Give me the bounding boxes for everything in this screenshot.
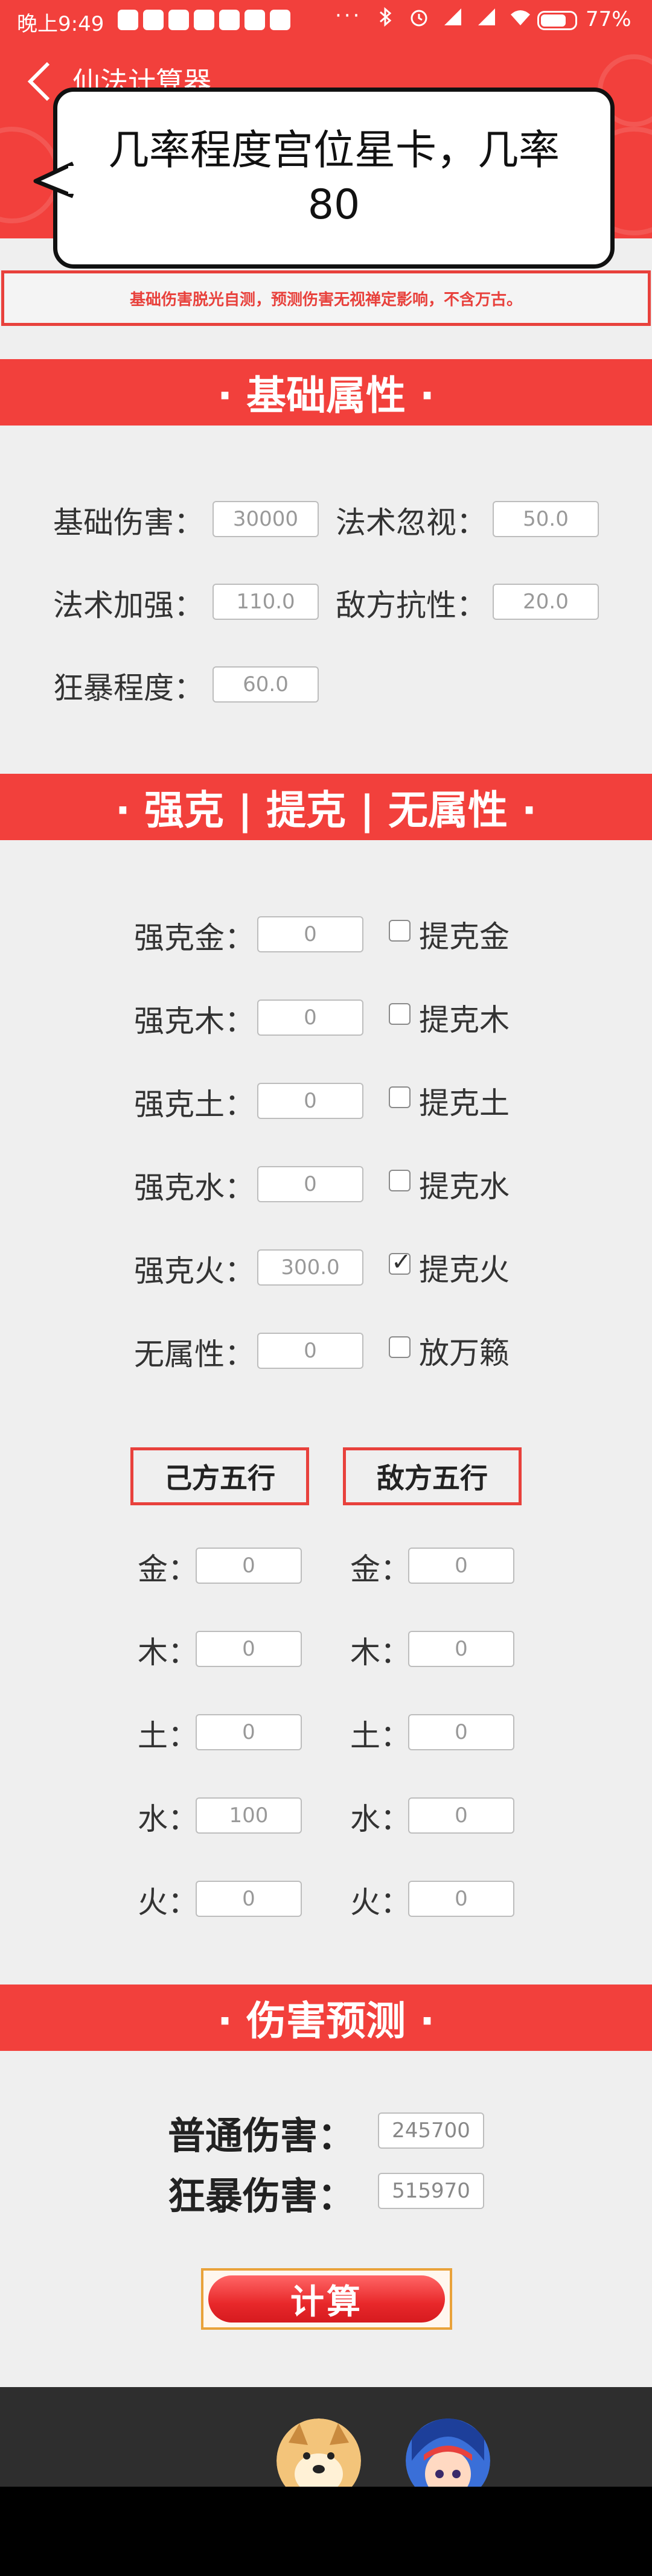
enemy-element-label: 水： <box>350 1802 411 1837</box>
self-element-label: 土： <box>138 1718 198 1753</box>
navigation-bar <box>0 2487 652 2576</box>
section-basic-title: · 基础属性 · <box>217 372 435 419</box>
notification-app-icon <box>143 10 164 30</box>
footer-bar <box>0 2387 652 2503</box>
base-damage-input[interactable]: 30000 <box>213 501 319 537</box>
checkbox-icon[interactable] <box>389 1086 411 1108</box>
spell-boost-input[interactable]: 110.0 <box>213 584 319 620</box>
checkbox-icon[interactable] <box>389 920 411 942</box>
checkbox-icon[interactable] <box>389 1003 411 1025</box>
enemy-element-label: 木： <box>350 1635 411 1670</box>
battery-icon <box>537 11 577 30</box>
enemy-element-label: 火： <box>350 1885 411 1920</box>
notice-text: 基础伤害脱光自测，预测伤害无视禅定影响，不含万古。 <box>129 290 522 309</box>
calculate-button-label: 计算 <box>290 2282 363 2322</box>
crit-level-label: 狂暴程度： <box>53 671 204 706</box>
checkbox-checked-icon[interactable] <box>389 1248 412 1276</box>
section-restrain-banner: · 强克 | 提克 | 无属性 · <box>0 774 652 840</box>
checkbox-label[interactable]: 提克金 <box>419 913 510 956</box>
bluetooth-icon <box>380 7 392 27</box>
enemy-element-label: 土： <box>350 1718 411 1753</box>
crit-level-input[interactable]: 60.0 <box>213 666 319 703</box>
restrain-input[interactable]: 0 <box>257 1166 363 1202</box>
back-arrow-icon[interactable] <box>24 60 54 103</box>
restrain-label: 强克水： <box>134 1170 255 1205</box>
checkbox-icon[interactable] <box>389 1170 411 1191</box>
system-icons <box>374 6 531 28</box>
section-predict-banner: · 伤害预测 · <box>0 1985 652 2051</box>
self-elements-title: 己方五行 <box>130 1447 309 1505</box>
alarm-icon <box>411 10 427 27</box>
enemy-elements-title: 敌方五行 <box>343 1447 522 1505</box>
tooltip-tail <box>33 161 75 199</box>
notification-app-icon <box>245 10 265 30</box>
self-element-label: 金： <box>138 1552 198 1587</box>
enemy-element-input[interactable]: 0 <box>408 1631 514 1667</box>
enemy-element-input[interactable]: 0 <box>408 1548 514 1584</box>
self-element-label: 水： <box>138 1802 198 1837</box>
section-predict-title: · 伤害预测 · <box>217 1998 435 2044</box>
self-element-input[interactable]: 0 <box>196 1714 302 1750</box>
restrain-input[interactable]: 0 <box>257 1083 363 1119</box>
checkbox-label[interactable]: 放万籁 <box>419 1329 510 1372</box>
spell-ignore-label: 法术忽视： <box>336 505 487 540</box>
enemy-element-input[interactable]: 0 <box>408 1797 514 1834</box>
notification-app-icon <box>219 10 240 30</box>
self-element-label: 火： <box>138 1885 198 1920</box>
checkbox-label[interactable]: 提克火 <box>419 1246 510 1289</box>
restrain-label: 无属性： <box>134 1337 255 1372</box>
section-basic-banner: · 基础属性 · <box>0 359 652 426</box>
base-damage-label: 基础伤害： <box>53 505 204 540</box>
checkbox-icon[interactable] <box>389 1336 411 1358</box>
restrain-input[interactable]: 300.0 <box>257 1249 363 1286</box>
tooltip-bubble: 几率程度宫位星卡，几率80 <box>53 88 615 269</box>
restrain-input[interactable]: 0 <box>257 1333 363 1369</box>
notification-app-icon <box>270 10 290 30</box>
checkbox-label[interactable]: 提克土 <box>419 1079 510 1123</box>
self-element-input[interactable]: 0 <box>196 1548 302 1584</box>
more-notifications-icon: ··· <box>335 4 362 28</box>
normal-damage-label: 普通伤害： <box>168 2114 356 2158</box>
notification-icons <box>118 10 290 30</box>
enemy-element-input[interactable]: 0 <box>408 1881 514 1917</box>
checkbox-label[interactable]: 提克木 <box>419 996 510 1039</box>
calculate-button-frame[interactable]: 计算 <box>201 2268 452 2330</box>
section-restrain-title: · 强克 | 提克 | 无属性 · <box>115 787 537 834</box>
spell-ignore-input[interactable]: 50.0 <box>493 501 599 537</box>
checkbox-label[interactable]: 提克水 <box>419 1162 510 1206</box>
enemy-elements-title-text: 敌方五行 <box>377 1462 488 1494</box>
notification-app-icon <box>168 10 189 30</box>
notification-app-icon <box>118 10 138 30</box>
calculate-button[interactable]: 计算 <box>208 2275 445 2323</box>
crit-damage-value: 515970 <box>378 2173 484 2209</box>
enemy-resist-label: 敌方抗性： <box>336 588 487 623</box>
normal-damage-value: 245700 <box>378 2112 484 2149</box>
restrain-label: 强克火： <box>134 1254 255 1289</box>
signal-icon <box>444 8 461 25</box>
restrain-label: 强克土： <box>134 1087 255 1122</box>
self-element-input[interactable]: 100 <box>196 1797 302 1834</box>
enemy-element-input[interactable]: 0 <box>408 1714 514 1750</box>
notification-app-icon <box>194 10 214 30</box>
restrain-input[interactable]: 0 <box>257 999 363 1036</box>
notice-bar: 基础伤害脱光自测，预测伤害无视禅定影响，不含万古。 <box>1 270 651 326</box>
wifi-icon <box>511 10 530 25</box>
battery-percent: 77% <box>586 7 631 31</box>
spell-boost-label: 法术加强： <box>53 588 204 623</box>
self-element-label: 木： <box>138 1635 198 1670</box>
crit-damage-label: 狂暴伤害： <box>168 2174 356 2218</box>
restrain-input[interactable]: 0 <box>257 916 363 952</box>
tooltip-text: 几率程度宫位星卡，几率80 <box>107 127 560 229</box>
signal-icon <box>478 8 495 25</box>
enemy-element-label: 金： <box>350 1552 411 1587</box>
self-element-input[interactable]: 0 <box>196 1881 302 1917</box>
restrain-label: 强克金： <box>134 920 255 955</box>
status-bar: 晚上9:49 ··· 77% <box>0 0 652 42</box>
enemy-resist-input[interactable]: 20.0 <box>493 584 599 620</box>
self-element-input[interactable]: 0 <box>196 1631 302 1667</box>
status-time: 晚上9:49 <box>17 12 104 36</box>
self-elements-title-text: 己方五行 <box>164 1462 275 1494</box>
restrain-label: 强克木： <box>134 1004 255 1039</box>
